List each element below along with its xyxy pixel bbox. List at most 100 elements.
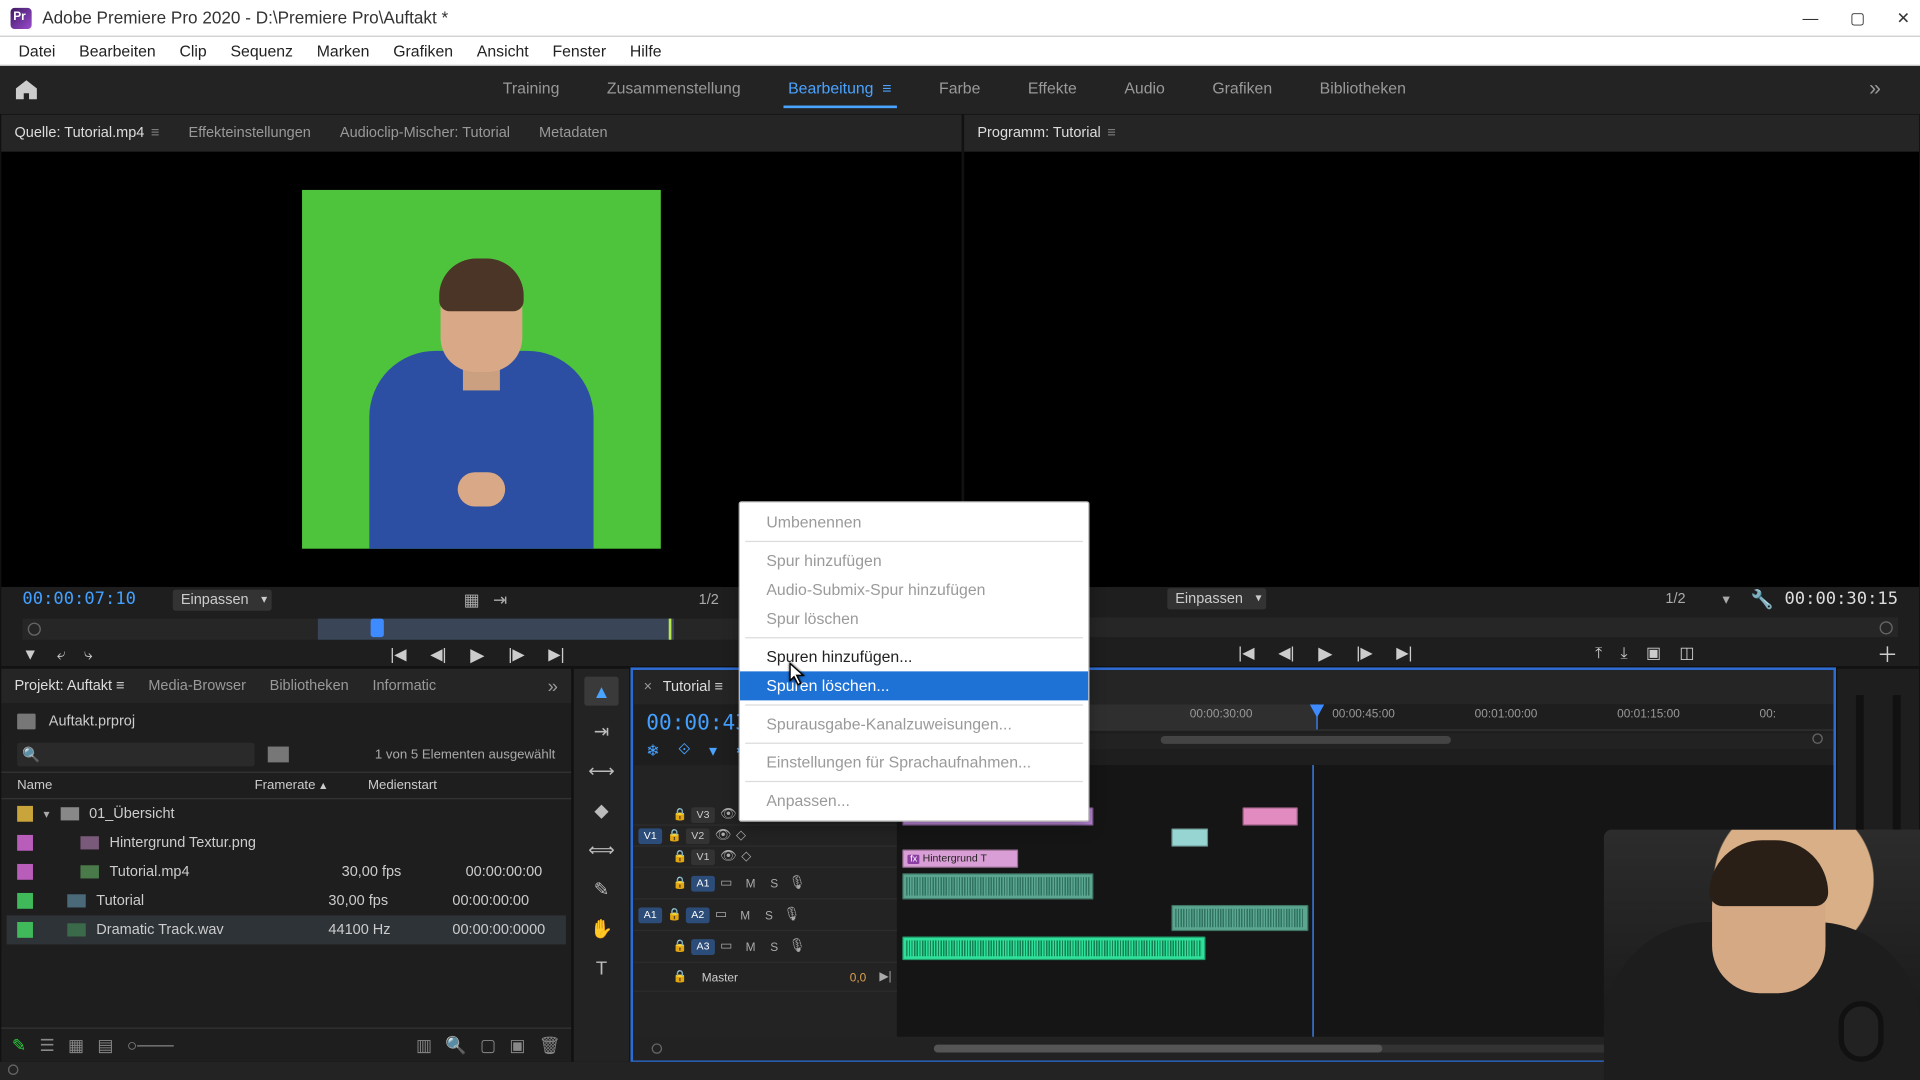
- program-goto-out-icon[interactable]: ▶|: [1396, 644, 1412, 662]
- track-target-v2[interactable]: V2: [686, 828, 710, 844]
- voice-record-icon[interactable]: 🎙: [789, 876, 806, 891]
- project-list-view-icon[interactable]: ☰: [39, 1035, 54, 1056]
- menu-ansicht[interactable]: Ansicht: [466, 39, 539, 63]
- track-target-a1[interactable]: A1: [691, 875, 715, 891]
- tool-pen[interactable]: ✎: [584, 874, 618, 903]
- program-settings-icon[interactable]: 🔧: [1751, 588, 1774, 610]
- disclosure-icon[interactable]: ▾: [44, 807, 50, 822]
- program-goto-in-icon[interactable]: |◀: [1238, 644, 1254, 662]
- program-play-icon[interactable]: ▶: [1318, 642, 1332, 664]
- tool-ripple[interactable]: ⟷: [584, 756, 618, 785]
- source-goto-in-icon[interactable]: |◀: [390, 645, 406, 663]
- mute-button[interactable]: M: [741, 940, 759, 953]
- col-name[interactable]: Name: [17, 778, 254, 793]
- track-header-a3[interactable]: 🔒 A3 ▭ M S 🎙: [633, 931, 897, 963]
- program-step-fwd-icon[interactable]: |▶: [1356, 644, 1372, 662]
- lock-icon[interactable]: 🔒: [673, 849, 686, 864]
- track-header-a2[interactable]: A1 🔒 A2 ▭ M S 🎙: [633, 900, 897, 932]
- track-header-master[interactable]: 🔒 Master 0,0 ▶|: [633, 963, 897, 992]
- solo-button[interactable]: S: [760, 908, 778, 921]
- track-header-v1[interactable]: 🔒 V1 👁 ◇: [633, 847, 897, 868]
- project-new-item-icon[interactable]: ▣: [509, 1035, 525, 1056]
- lock-icon[interactable]: 🔒: [673, 939, 686, 954]
- workspace-bearbeitung[interactable]: Bearbeitung ≡: [783, 71, 897, 108]
- project-row-bin[interactable]: ▾ 01_Übersicht: [7, 799, 566, 828]
- workspace-zusammenstellung[interactable]: Zusammenstellung: [602, 71, 746, 108]
- solo-button[interactable]: S: [765, 876, 783, 889]
- program-viewer[interactable]: [964, 152, 1919, 587]
- workspace-effekte[interactable]: Effekte: [1023, 71, 1083, 108]
- source-patch-v1[interactable]: V1: [638, 828, 662, 844]
- project-tabs-overflow-icon[interactable]: »: [548, 675, 558, 696]
- tab-source-menu-icon[interactable]: ≡: [151, 125, 159, 141]
- project-find-icon[interactable]: 🔍: [445, 1035, 466, 1056]
- toggle-output-icon[interactable]: 👁: [715, 828, 731, 843]
- workspace-training[interactable]: Training: [498, 71, 565, 108]
- source-insert-icon[interactable]: ▦: [464, 589, 480, 610]
- menu-clip[interactable]: Clip: [169, 39, 217, 63]
- project-bin-filter-icon[interactable]: [268, 747, 289, 763]
- tab-source[interactable]: Quelle: Tutorial.mp4 ≡: [15, 125, 160, 141]
- source-overwrite-icon[interactable]: ⇥: [493, 589, 507, 610]
- workspace-audio[interactable]: Audio: [1119, 71, 1170, 108]
- tool-track-select[interactable]: ⇥: [584, 716, 618, 745]
- ctx-channel-assign[interactable]: Spurausgabe-Kanalzuweisungen...: [740, 710, 1088, 739]
- clip-audio-a2[interactable]: [1171, 905, 1308, 931]
- timeline-snap-icon[interactable]: ❄: [646, 741, 659, 759]
- project-freeform-view-icon[interactable]: ▤: [97, 1035, 113, 1056]
- window-minimize-icon[interactable]: —: [1803, 9, 1819, 27]
- tab-info[interactable]: Informatic: [372, 678, 436, 694]
- source-marker-icon[interactable]: ▼: [22, 644, 38, 664]
- program-lift-icon[interactable]: ⤒: [1595, 643, 1602, 663]
- tool-slip[interactable]: ⟺: [584, 835, 618, 864]
- project-new-bin-icon[interactable]: ▢: [480, 1035, 496, 1056]
- source-out-icon[interactable]: ⤷: [84, 644, 93, 664]
- ctx-customize[interactable]: Anpassen...: [740, 786, 1088, 815]
- track-target-a2[interactable]: A2: [686, 907, 710, 923]
- project-writable-icon[interactable]: ✎: [12, 1035, 26, 1056]
- ctx-add-track[interactable]: Spur hinzufügen: [740, 546, 1088, 575]
- tab-audio-mixer[interactable]: Audioclip-Mischer: Tutorial: [340, 125, 510, 141]
- mute-button[interactable]: M: [741, 876, 759, 889]
- project-row-clip[interactable]: Tutorial.mp4 30,00 fps 00:00:00:00: [7, 857, 566, 886]
- menu-fenster[interactable]: Fenster: [542, 39, 617, 63]
- lock-icon[interactable]: 🔒: [667, 907, 680, 922]
- menu-datei[interactable]: Datei: [8, 39, 66, 63]
- solo-button[interactable]: S: [765, 940, 783, 953]
- project-row-sequence[interactable]: Tutorial 30,00 fps 00:00:00:00: [7, 886, 566, 915]
- track-header-a1[interactable]: 🔒 A1 ▭ M S 🎙: [633, 868, 897, 900]
- ctx-voice-settings[interactable]: Einstellungen für Sprachaufnahmen...: [740, 748, 1088, 777]
- program-resolution[interactable]: 1/2: [1665, 591, 1685, 607]
- tool-hand[interactable]: ✋: [584, 914, 618, 943]
- menu-hilfe[interactable]: Hilfe: [619, 39, 672, 63]
- program-compare-icon[interactable]: ◫: [1679, 643, 1694, 663]
- project-zoom-slider[interactable]: ○───: [127, 1035, 174, 1056]
- ctx-add-submix[interactable]: Audio-Submix-Spur hinzufügen: [740, 575, 1088, 604]
- voice-record-icon[interactable]: 🎙: [789, 939, 806, 954]
- source-step-back-icon[interactable]: ◀|: [430, 645, 446, 663]
- workspace-menu-icon[interactable]: ≡: [882, 79, 891, 97]
- menu-sequenz[interactable]: Sequenz: [220, 39, 304, 63]
- clip-teal[interactable]: [1171, 828, 1208, 846]
- tool-selection[interactable]: ▲: [584, 677, 618, 706]
- home-icon[interactable]: [13, 78, 39, 102]
- voice-record-icon[interactable]: 🎙: [783, 907, 800, 922]
- source-zoom-dropdown[interactable]: Einpassen: [173, 589, 272, 610]
- program-step-back-icon[interactable]: ◀|: [1278, 644, 1294, 662]
- project-row-audio[interactable]: Dramatic Track.wav 44100 Hz 00:00:00:000…: [7, 915, 566, 944]
- track-header-v2[interactable]: V1 🔒 V2 👁 ◇: [633, 826, 897, 847]
- clip-hintergrund[interactable]: fxHintergrund T: [902, 849, 1018, 867]
- lock-icon[interactable]: 🔒: [673, 876, 686, 891]
- program-scrub-bar[interactable]: [985, 617, 1898, 637]
- program-button-editor-icon[interactable]: ＋: [1877, 637, 1898, 669]
- project-automate-icon[interactable]: ▥: [416, 1035, 432, 1056]
- project-delete-icon[interactable]: 🗑: [539, 1035, 561, 1056]
- source-play-icon[interactable]: ▶: [470, 643, 484, 665]
- col-framerate[interactable]: Framerate▲: [255, 778, 368, 793]
- timeline-linked-icon[interactable]: ⟐: [678, 740, 690, 760]
- window-maximize-icon[interactable]: ▢: [1850, 9, 1865, 27]
- clip-pink[interactable]: [1242, 807, 1297, 825]
- workspace-grafiken[interactable]: Grafiken: [1207, 71, 1277, 108]
- clip-audio-a3[interactable]: [902, 936, 1205, 960]
- timeline-tab[interactable]: Tutorial ≡: [663, 679, 723, 695]
